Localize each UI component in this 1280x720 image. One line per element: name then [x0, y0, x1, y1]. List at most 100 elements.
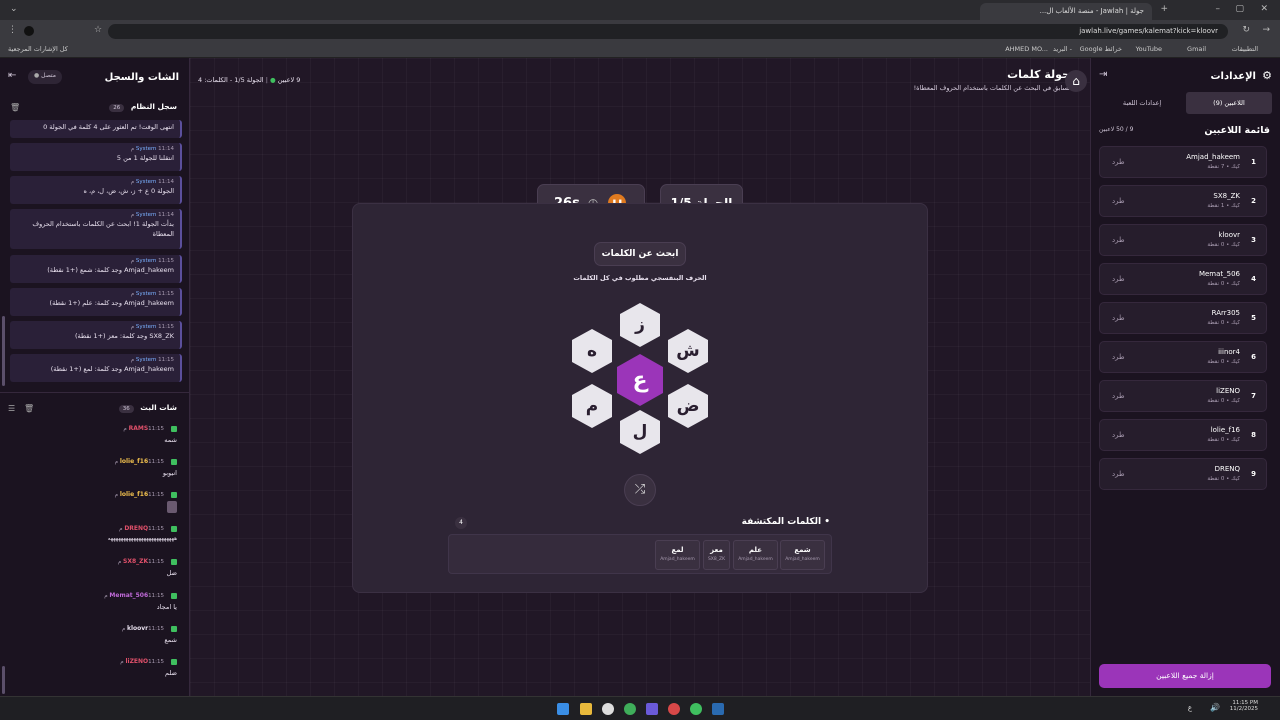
- close-window-icon[interactable]: ✕: [1260, 4, 1268, 14]
- app-root: جولة كلمات تسابق في البحث عن الكلمات باس…: [0, 58, 1280, 696]
- trash-icon[interactable]: 🗑: [10, 103, 20, 112]
- system-log-title: سجل النظام: [130, 102, 177, 111]
- new-tab-icon[interactable]: +: [1160, 4, 1168, 14]
- menu-icon[interactable]: ⋮: [8, 25, 17, 35]
- page-title: جولة كلمات: [1007, 68, 1070, 81]
- tab-search-icon[interactable]: ⌄: [10, 4, 18, 14]
- system-message: System 11:15 م Amjad_hakeem وجد كلمة: لمع…: [10, 354, 182, 382]
- bookmark-mail[interactable]: البريد -: [1053, 45, 1072, 53]
- chat-message: Memat_50611:15 م يا امجاد: [104, 592, 177, 611]
- bookmark-ahmed[interactable]: AHMED MO...: [1005, 45, 1048, 53]
- found-words-title: الكلمات المكتشفة: [741, 517, 822, 527]
- gear-icon: ⚙: [1262, 69, 1272, 82]
- player-row: 3 kloovr كيك • 0 نقطة طرد: [1099, 224, 1267, 256]
- language-indicator[interactable]: ع: [1188, 704, 1192, 712]
- bookmark-apps[interactable]: التطبيقات: [1232, 45, 1258, 53]
- divider: [0, 392, 190, 393]
- bookmark-youtube[interactable]: YouTube: [1136, 45, 1162, 53]
- live-chat-title: شات البث: [140, 403, 177, 412]
- app-icon[interactable]: [602, 703, 614, 715]
- start-icon[interactable]: [557, 703, 569, 715]
- chat-scrollbar[interactable]: [2, 666, 5, 694]
- home-icon[interactable]: ⌂: [1065, 70, 1087, 92]
- back-icon[interactable]: →: [1262, 25, 1270, 35]
- steam-icon[interactable]: [712, 703, 724, 715]
- bookmark-gmail[interactable]: Gmail: [1187, 45, 1206, 53]
- bookmark-all[interactable]: كل الإشارات المرجعية: [8, 45, 68, 53]
- page-subtitle: تسابق في البحث عن الكلمات باستخدام الحرو…: [913, 84, 1070, 92]
- chat-message: liZENO11:15 م ضلم: [120, 658, 177, 677]
- windows-taskbar: ع 🔊 11:15 PM 11/2/2025: [0, 696, 1280, 720]
- kick-button[interactable]: طرد: [1112, 236, 1125, 244]
- page-header: جولة كلمات تسابق في البحث عن الكلمات باس…: [914, 68, 1070, 92]
- collapse-panel-icon[interactable]: ⇤: [8, 70, 16, 81]
- kick-button[interactable]: طرد: [1112, 275, 1125, 283]
- hint-text: الحرف البنفسجي مطلوب في كل الكلمات: [573, 274, 707, 282]
- app-icon[interactable]: [668, 703, 680, 715]
- collapse-panel-icon[interactable]: ⇥: [1099, 69, 1107, 80]
- tab-players[interactable]: اللاعبين (9): [1186, 92, 1272, 114]
- chat-panel-title: الشات والسجل: [104, 72, 179, 83]
- system-message: انتهى الوقت! تم العثور على 4 كلمة في الج…: [10, 120, 182, 138]
- found-word-chip: لمع Amjad_hakeem: [655, 540, 700, 570]
- player-row: 8 lolie_f16 كيك • 0 نقطة طرد: [1099, 419, 1267, 451]
- kick-button[interactable]: طرد: [1112, 431, 1125, 439]
- minimize-window-icon[interactable]: –: [1216, 4, 1221, 14]
- player-row: 9 DRENQ كيك • 0 نقطة طرد: [1099, 458, 1267, 490]
- player-row: 4 Memat_506 كيك • 0 نقطة طرد: [1099, 263, 1267, 295]
- filter-icon[interactable]: ☰: [8, 404, 15, 413]
- found-word-chip: شمع Amjad_hakeem: [780, 540, 825, 570]
- bookmark-star-icon[interactable]: ☆: [94, 25, 102, 35]
- mode-title: ابحث عن الكلمات: [594, 242, 686, 266]
- system-log-header: سجل النظام 26: [109, 102, 177, 112]
- chat-message: RAMS11:15 م شمه: [123, 425, 177, 444]
- shuffle-button[interactable]: ⤮: [624, 474, 656, 506]
- kick-button[interactable]: طرد: [1112, 158, 1125, 166]
- remove-all-players-button[interactable]: إزالة جميع اللاعبين: [1099, 664, 1271, 688]
- found-word-chip: معز SX8_ZK: [703, 540, 730, 570]
- file-explorer-icon[interactable]: [580, 703, 592, 715]
- settings-title: الإعدادات: [1210, 71, 1256, 82]
- discord-icon[interactable]: [646, 703, 658, 715]
- chat-log-panel: الشات والسجل ● متصل ⇤ سجل النظام 26 🗑 ان…: [0, 58, 190, 696]
- kick-button[interactable]: طرد: [1112, 392, 1125, 400]
- connection-status: ● متصل: [28, 70, 62, 84]
- chat-panel-header: الشات والسجل: [105, 72, 179, 83]
- live-chat-count: 36: [118, 405, 134, 413]
- maximize-window-icon[interactable]: ▢: [1235, 4, 1244, 14]
- kick-button[interactable]: طرد: [1112, 314, 1125, 322]
- player-list-title: قائمة اللاعبين: [1204, 125, 1270, 136]
- kick-button[interactable]: طرد: [1112, 353, 1125, 361]
- found-word-chip: علم Amjad_hakeem: [733, 540, 778, 570]
- chat-message: lolie_f1611:15 م: [7, 491, 177, 513]
- players-online: 9 لاعبين: [277, 76, 301, 84]
- log-scrollbar[interactable]: [2, 316, 5, 386]
- reload-icon[interactable]: ↻: [1242, 25, 1250, 35]
- chat-message: kloovr11:15 م شمع: [121, 625, 177, 644]
- player-row: 7 liZENO كيك • 0 نقطة طرد: [1099, 380, 1267, 412]
- browser-tab[interactable]: جولة | Jawlah - منصة الألعاب ال...: [980, 3, 1152, 20]
- live-chat-header: شات البث 36: [118, 403, 177, 413]
- system-message: System 11:14 م بدأت الجولة 1! ابحث عن الك…: [10, 209, 182, 249]
- player-row: 6 iiinor4 كيك • 0 نقطة طرد: [1099, 341, 1267, 373]
- player-count: 9 / 50 لاعبين: [1099, 126, 1134, 133]
- tab-game-settings[interactable]: إعدادات اللعبة: [1099, 92, 1185, 114]
- browser-toolbar: → ↻ jawlah.live/games/kalemat?kick=kloov…: [0, 20, 1280, 42]
- bookmark-maps[interactable]: Google خرائط: [1080, 45, 1122, 53]
- chrome-icon[interactable]: [624, 703, 636, 715]
- address-bar[interactable]: jawlah.live/games/kalemat?kick=kloovr: [108, 24, 1228, 39]
- xbox-icon[interactable]: [690, 703, 702, 715]
- player-row: 2 SX8_ZK كيك • 1 نقطة طرد: [1099, 185, 1267, 217]
- kick-button[interactable]: طرد: [1112, 197, 1125, 205]
- system-message: System 11:15 م SX8_ZK وجد كلمة: معز (+1 ن…: [10, 321, 182, 349]
- system-message: System 11:14 م الجولة 0 ع + ز، ش، ض، ل، م…: [10, 176, 182, 204]
- found-count: 4: [455, 517, 467, 529]
- chat-message: SX8_ZK11:15 م ضل: [117, 558, 177, 577]
- chat-message: lolie_f1611:15 م انيوبو: [114, 458, 177, 477]
- clock[interactable]: 11:15 PM 11/2/2025: [1230, 700, 1258, 712]
- trash-icon[interactable]: 🗑: [24, 404, 34, 413]
- kick-button[interactable]: طرد: [1112, 470, 1125, 478]
- round-status: 9 لاعبين ● | الجولة 1/5 - الكلمات: 4: [198, 76, 301, 84]
- volume-icon[interactable]: 🔊: [1210, 703, 1220, 712]
- profile-avatar[interactable]: [24, 26, 34, 36]
